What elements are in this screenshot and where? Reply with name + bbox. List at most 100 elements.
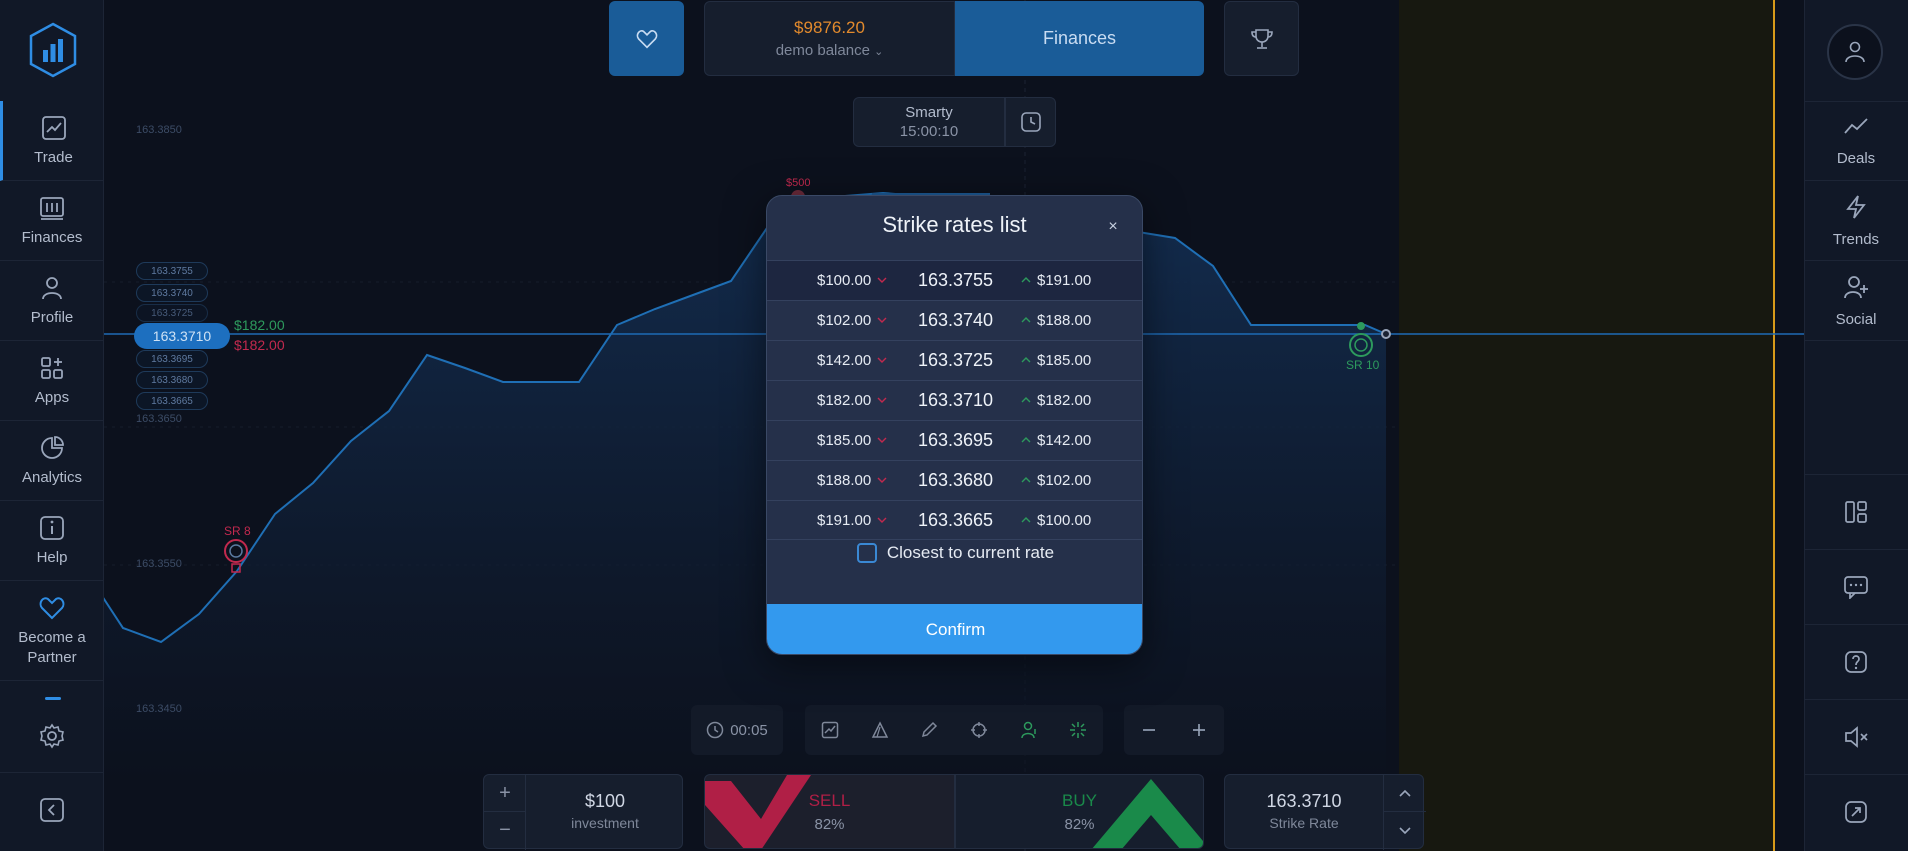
nav-trends[interactable]: Trends — [1804, 181, 1908, 261]
crosshair-button[interactable] — [954, 705, 1004, 755]
up-payout: $191.00 — [1037, 272, 1092, 289]
confirm-button[interactable]: Confirm — [767, 604, 1142, 654]
fullscreen-icon — [1845, 801, 1867, 823]
chevron-up-icon — [1021, 517, 1031, 523]
clock-icon — [1020, 112, 1041, 132]
avatar[interactable] — [1827, 24, 1883, 80]
sr-right-label: SR 10 — [1346, 358, 1380, 372]
closest-rate-checkbox[interactable] — [856, 543, 877, 563]
investment-stepper: + − — [484, 775, 526, 850]
asset-name: Smarty — [905, 104, 953, 121]
buy-arrow-icon — [1092, 779, 1203, 848]
strike-rate-control[interactable]: 163.3710 Strike Rate — [1224, 774, 1426, 850]
nav-label: Become a Partner — [18, 628, 86, 666]
chevron-up-icon — [1021, 357, 1031, 363]
divider — [0, 772, 104, 773]
favorites-button[interactable] — [609, 1, 684, 76]
strike-rate-row[interactable]: $102.00 163.3740 $188.00 — [767, 300, 1142, 340]
chat-button[interactable] — [1804, 549, 1908, 624]
strike-rate-row[interactable]: $142.00 163.3725 $185.00 — [767, 340, 1142, 380]
fullscreen-button[interactable] — [1804, 774, 1908, 849]
timer-control[interactable]: 00:05 — [691, 705, 783, 755]
up-payout: $142.00 — [1037, 432, 1092, 449]
payout-up-label: $182.00 — [234, 317, 285, 333]
nav-profile[interactable]: Profile — [0, 261, 104, 341]
sr-left-marker — [224, 539, 248, 563]
chevron-up-icon — [1021, 277, 1031, 283]
tournaments-button[interactable] — [1224, 1, 1299, 76]
collapse-sidebar-icon[interactable] — [38, 796, 66, 824]
sr-left-label: SR 8 — [224, 524, 251, 538]
chevron-up-icon — [1021, 437, 1031, 443]
nav-become-partner[interactable]: Become a Partner — [0, 581, 104, 681]
nav-deals[interactable]: Deals — [1804, 101, 1908, 181]
strike-pill[interactable]: 163.3755 — [136, 262, 208, 280]
strike-rate-row[interactable]: $100.00 163.3755 $191.00 — [767, 260, 1142, 300]
nav-apps[interactable]: Apps — [0, 341, 104, 421]
strike-pill[interactable]: 163.3725 — [136, 304, 208, 322]
strike-pill[interactable]: 163.3695 — [136, 350, 208, 368]
add-user-icon — [1843, 274, 1869, 305]
layout-toggle-button[interactable] — [1804, 474, 1908, 549]
up-payout: $185.00 — [1037, 352, 1092, 369]
closest-rate-option[interactable]: Closest to current rate — [767, 539, 1142, 567]
investment-control: + − $100 investment — [483, 774, 684, 850]
strike-rate-row[interactable]: $185.00 163.3695 $142.00 — [767, 420, 1142, 460]
strike-pill[interactable]: 163.3680 — [136, 371, 208, 389]
price-level-label: 163.3650 — [136, 413, 182, 425]
investment-value[interactable]: $100 — [526, 791, 684, 812]
strike-rate-row[interactable]: $182.00 163.3710 $182.00 — [767, 380, 1142, 420]
sell-payout-percent: 82% — [814, 816, 845, 833]
close-icon[interactable]: × — [1102, 216, 1124, 238]
nav-label: Social — [1835, 310, 1877, 328]
zoom-out-button[interactable] — [1124, 705, 1174, 755]
timer-value: 00:05 — [730, 721, 768, 739]
strike-pill[interactable]: 163.3740 — [136, 284, 208, 302]
drawing-button[interactable] — [904, 705, 954, 755]
zoom-controls — [1124, 705, 1224, 755]
chart-icon — [40, 114, 68, 142]
sell-button[interactable]: SELL 82% — [704, 774, 955, 849]
finances-icon — [38, 194, 66, 222]
buy-payout-percent: 82% — [1064, 816, 1095, 833]
nav-finances[interactable]: Finances — [0, 181, 104, 261]
nav-trade[interactable]: Trade — [0, 101, 104, 181]
trophy-icon — [1250, 28, 1273, 49]
nav-help[interactable]: Help — [0, 501, 104, 581]
strike-rate-label: Strike Rate — [1269, 815, 1339, 831]
strike-down-button[interactable] — [1384, 812, 1426, 849]
balance-selector[interactable]: $9876.20 demo balance ⌄ — [704, 1, 955, 76]
up-payout: $102.00 — [1037, 472, 1092, 489]
strike-rates-modal: Strike rates list × $100.00 163.3755 $19… — [766, 195, 1143, 655]
logo-icon[interactable] — [28, 22, 78, 78]
indicators-button[interactable] — [855, 705, 905, 755]
current-rate-pill[interactable]: 163.3710 — [134, 323, 230, 349]
chart-type-button[interactable] — [805, 705, 855, 755]
finances-button[interactable]: Finances — [955, 1, 1204, 76]
social-trading-button[interactable] — [1004, 705, 1054, 755]
sound-toggle-button[interactable] — [1804, 699, 1908, 774]
settings-gear-icon[interactable] — [38, 722, 66, 750]
strike-rate-row[interactable]: $191.00 163.3665 $100.00 — [767, 500, 1142, 540]
clock-icon — [706, 721, 724, 739]
help-button[interactable] — [1804, 624, 1908, 699]
chevron-down-icon — [1399, 826, 1411, 834]
up-payout: $182.00 — [1037, 392, 1092, 409]
strike-up-button[interactable] — [1384, 775, 1426, 812]
user-icon — [38, 274, 66, 302]
decrease-investment-button[interactable]: − — [484, 812, 526, 849]
increase-investment-button[interactable]: + — [484, 775, 526, 812]
asset-selector[interactable]: Smarty 15:00:10 — [853, 97, 1005, 147]
buy-button[interactable]: BUY 82% — [955, 774, 1204, 849]
social-user-icon — [1020, 721, 1036, 739]
strike-rate-row[interactable]: $188.00 163.3680 $102.00 — [767, 460, 1142, 500]
live-button[interactable] — [1053, 705, 1103, 755]
crosshair-icon — [970, 722, 987, 738]
expiry-time-button[interactable] — [1005, 97, 1056, 147]
zoom-in-button[interactable] — [1174, 705, 1224, 755]
chart-tools — [805, 705, 1103, 755]
deals-icon — [1843, 115, 1869, 144]
nav-analytics[interactable]: Analytics — [0, 421, 104, 501]
nav-social[interactable]: Social — [1804, 261, 1908, 341]
strike-pill[interactable]: 163.3665 — [136, 392, 208, 410]
